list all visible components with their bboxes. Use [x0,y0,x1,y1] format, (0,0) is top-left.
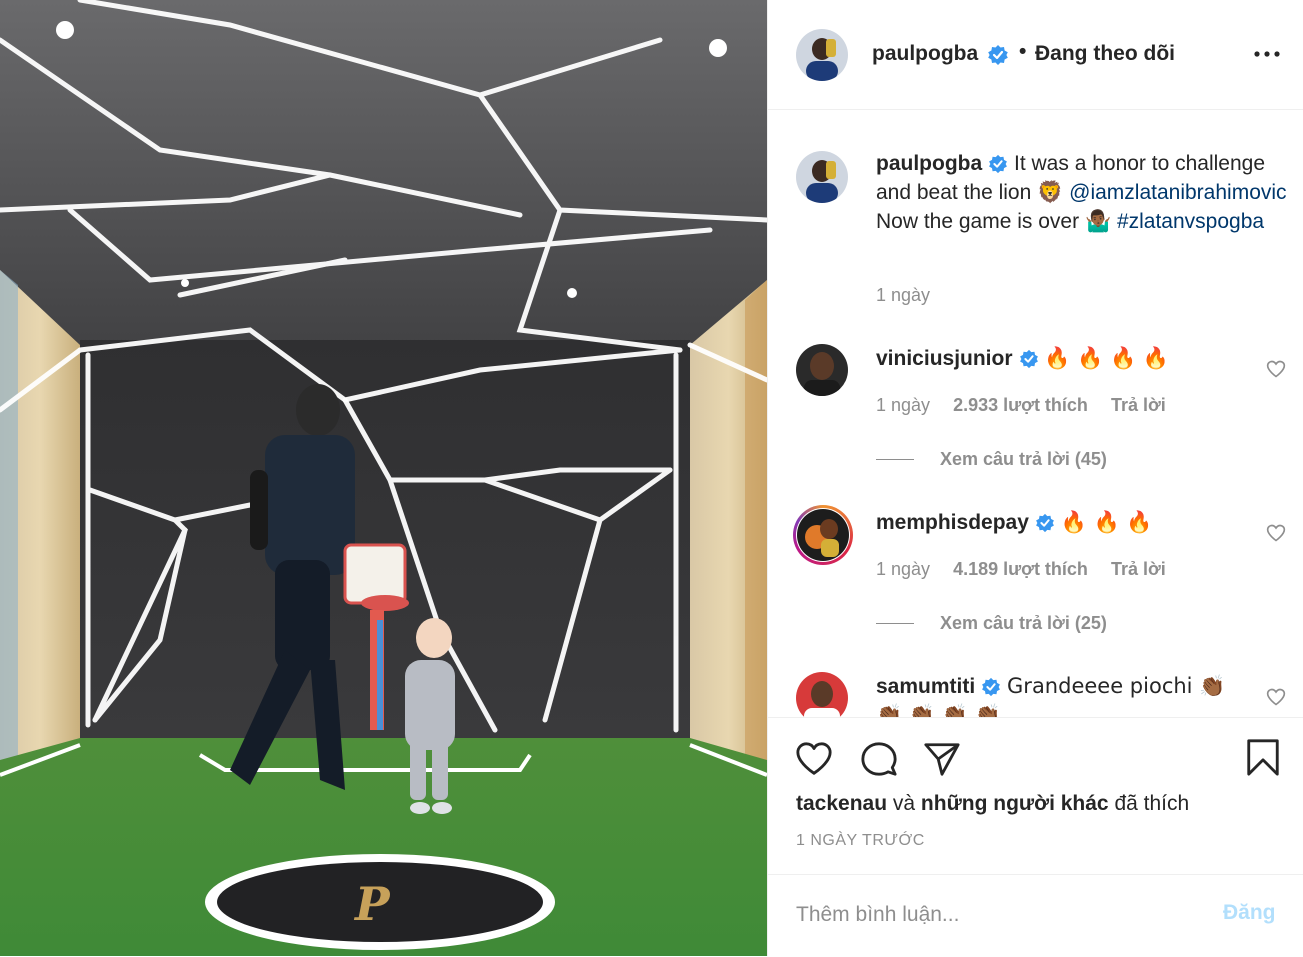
replies-divider [876,623,914,624]
comment-avatar[interactable] [796,344,848,396]
verified-badge-icon [989,155,1008,174]
comment-body: Grandeeee piochi 👏🏾 [1007,674,1226,698]
liked-by-summary: tackenau và những người khác đã thích [796,792,1189,816]
heart-icon[interactable] [795,740,833,778]
lion-emoji: 🦁 [1037,180,1064,204]
caption-hashtag-link[interactable]: #zlatanvspogba [1117,210,1264,233]
comment-text: memphisdepay 🔥 🔥 🔥 [876,508,1236,537]
video-frame: P [0,0,767,956]
svg-text:P: P [353,877,391,931]
like-comment-heart-icon[interactable] [1266,359,1286,379]
post-video[interactable]: P [0,0,767,956]
liked-by-others-link[interactable]: những người khác [921,792,1109,815]
post-header: paulpogba • Đang theo dõi [768,0,1303,110]
comment-likes-count[interactable]: 2.933 lượt thích [953,395,1088,415]
replies-divider [876,459,914,460]
like-comment-heart-icon[interactable] [1266,687,1286,707]
comment-username[interactable]: memphisdepay [876,511,1029,534]
comment-meta: 1 ngày 2.933 lượt thích Trả lời [876,395,1184,416]
liked-by-connector: và [892,792,916,815]
liked-by-suffix: đã thích [1114,792,1190,815]
more-options-icon[interactable] [1252,42,1282,66]
bookmark-icon[interactable] [1244,738,1282,776]
comment-time[interactable]: 1 ngày [876,559,930,579]
author-avatar[interactable] [796,29,848,81]
comments-list[interactable]: paulpogba It was a honor to challenge an… [768,111,1303,717]
add-comment-bar: Đăng [768,874,1303,957]
reply-button[interactable]: Trả lời [1111,395,1166,415]
comment-username[interactable]: viniciusjunior [876,347,1013,370]
caption-body-2: Now the game is over [876,210,1080,233]
view-replies-button[interactable]: Xem câu trả lời (25) [940,613,1107,634]
post-date[interactable]: 1 NGÀY TRƯỚC [796,832,925,850]
caption-mention-link[interactable]: @iamzlatanibrahimovic [1069,181,1286,204]
comment-text: samumtiti Grandeeee piochi 👏🏾 👏🏾 👏🏾 👏🏾 👏🏾 [876,672,1236,717]
verified-badge-icon [982,678,1001,697]
comment-icon[interactable] [860,740,898,778]
caption-time[interactable]: 1 ngày [876,285,930,305]
comment-username[interactable]: samumtiti [876,675,975,698]
verified-badge-icon [988,45,1008,65]
comment-body-overflow: 👏🏾 👏🏾 👏🏾 👏🏾 [876,703,1001,717]
author-username[interactable]: paulpogba [872,42,978,66]
liked-by-user[interactable]: tackenau [796,792,887,815]
comment-avatar[interactable] [796,672,848,717]
post-details-panel: paulpogba • Đang theo dõi paulpogba It w… [767,0,1303,956]
comment-text: viniciusjunior 🔥 🔥 🔥 🔥 [876,344,1236,373]
instagram-post-view: P paulpogba • Đang theo dõi paulpogba It… [0,0,1303,956]
comment-likes-count[interactable]: 4.189 lượt thích [953,559,1088,579]
comment-input[interactable] [796,897,1196,933]
caption-username[interactable]: paulpogba [876,152,982,175]
view-replies-button[interactable]: Xem câu trả lời (45) [940,449,1107,470]
comment-time[interactable]: 1 ngày [876,395,930,415]
verified-badge-icon [1019,350,1038,369]
like-comment-heart-icon[interactable] [1266,523,1286,543]
reply-button[interactable]: Trả lời [1111,559,1166,579]
share-icon[interactable] [923,740,961,778]
post-actions: tackenau và những người khác đã thích 1 … [768,717,1303,956]
caption-meta: 1 ngày [876,285,948,306]
shrug-emoji: 🤷🏾‍♂️ [1084,209,1112,233]
header-separator: • [1019,40,1027,63]
following-button[interactable]: Đang theo dõi [1035,42,1175,66]
verified-badge-icon [1035,514,1054,533]
comment-meta: 1 ngày 4.189 lượt thích Trả lời [876,559,1184,580]
post-comment-button[interactable]: Đăng [1223,901,1276,925]
comment-avatar[interactable] [797,509,849,561]
caption-text: paulpogba It was a honor to challenge an… [876,150,1291,236]
comment-body: 🔥 🔥 🔥 🔥 [1044,346,1169,370]
caption-avatar[interactable] [796,151,848,203]
comment-body: 🔥 🔥 🔥 [1060,510,1153,534]
